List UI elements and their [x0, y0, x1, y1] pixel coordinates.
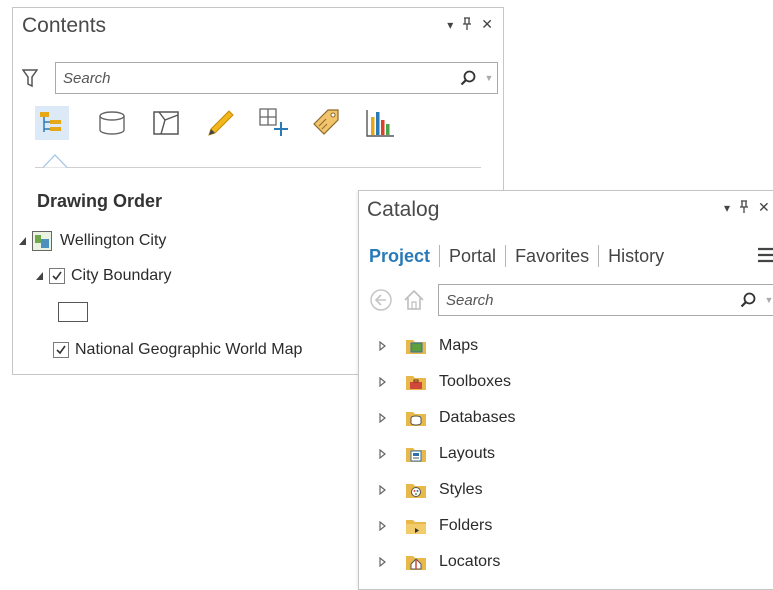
catalog-pane: Catalog ▾ ✕ Project Portal Favorites His… [358, 190, 773, 590]
layer-row-national-geographic[interactable]: National Geographic World Map [53, 341, 302, 359]
layer-label: City Boundary [71, 267, 172, 284]
active-view-pointer-icon [42, 154, 68, 173]
home-icon[interactable] [402, 288, 426, 317]
locators-folder-icon [405, 553, 427, 571]
search-options-dropdown-icon[interactable]: ▼ [761, 295, 773, 305]
layer-visibility-checkbox[interactable] [53, 342, 69, 358]
contents-window-controls: ▾ ✕ [447, 16, 493, 33]
catalog-item-styles[interactable]: Styles [379, 481, 483, 499]
catalog-item-label: Layouts [439, 445, 496, 462]
layer-label: Wellington City [60, 232, 167, 249]
toolbar-divider [35, 167, 481, 168]
drawing-order-heading: Drawing Order [37, 191, 163, 211]
tab-history[interactable]: History [608, 246, 664, 267]
catalog-item-label: Maps [439, 337, 479, 354]
catalog-menu-dropdown-icon[interactable]: ▾ [724, 201, 730, 215]
back-icon[interactable] [369, 288, 393, 317]
maps-folder-icon [405, 337, 427, 355]
tab-separator [598, 245, 600, 267]
expand-triangle-icon[interactable] [379, 449, 389, 459]
catalog-item-locators[interactable]: Locators [379, 553, 500, 571]
filter-icon[interactable] [21, 68, 40, 88]
styles-folder-icon [405, 481, 427, 499]
contents-menu-dropdown-icon[interactable]: ▾ [447, 18, 453, 32]
catalog-item-label: Folders [439, 517, 493, 534]
contents-search-input[interactable] [56, 64, 455, 92]
catalog-search-input[interactable] [439, 286, 735, 314]
contents-pin-icon[interactable] [462, 16, 472, 33]
catalog-title: Catalog [367, 198, 440, 221]
tab-favorites[interactable]: Favorites [515, 246, 589, 267]
list-by-selection-icon[interactable] [149, 106, 183, 140]
catalog-item-label: Databases [439, 409, 516, 426]
catalog-item-label: Styles [439, 481, 483, 498]
catalog-window-controls: ▾ ✕ [724, 199, 770, 216]
list-by-editing-icon[interactable] [203, 106, 237, 140]
collapse-triangle-icon[interactable] [18, 236, 27, 246]
search-icon[interactable] [735, 287, 761, 313]
catalog-item-layouts[interactable]: Layouts [379, 445, 495, 463]
catalog-close-icon[interactable]: ✕ [758, 199, 770, 216]
layer-row-wellington-city[interactable]: Wellington City [18, 231, 166, 251]
databases-folder-icon [405, 409, 427, 427]
contents-close-icon[interactable]: ✕ [481, 16, 493, 33]
list-by-drawing-order-icon[interactable] [35, 106, 69, 140]
layer-row-city-boundary[interactable]: City Boundary [35, 267, 172, 285]
list-by-snapping-icon[interactable] [257, 106, 291, 140]
tab-portal[interactable]: Portal [449, 246, 496, 267]
contents-search-box: ▼ [55, 62, 498, 94]
symbol-swatch[interactable] [58, 302, 88, 322]
folders-folder-icon [405, 517, 427, 535]
catalog-item-folders[interactable]: Folders [379, 517, 492, 535]
expand-triangle-icon[interactable] [379, 341, 389, 351]
tab-separator [439, 245, 441, 267]
expand-triangle-icon[interactable] [379, 521, 389, 531]
layouts-folder-icon [405, 445, 427, 463]
list-by-charts-icon[interactable] [363, 106, 397, 140]
tab-separator [505, 245, 507, 267]
hamburger-menu-icon[interactable] [758, 247, 773, 268]
expand-triangle-icon[interactable] [379, 557, 389, 567]
expand-triangle-icon[interactable] [379, 377, 389, 387]
tab-project[interactable]: Project [369, 246, 430, 267]
catalog-item-maps[interactable]: Maps [379, 337, 478, 355]
expand-triangle-icon[interactable] [379, 485, 389, 495]
contents-title: Contents [22, 14, 107, 37]
search-icon[interactable] [455, 65, 481, 91]
toolboxes-folder-icon [405, 373, 427, 391]
map-icon [32, 231, 52, 251]
catalog-item-databases[interactable]: Databases [379, 409, 516, 427]
catalog-item-label: Locators [439, 553, 501, 570]
list-by-labeling-icon[interactable] [310, 106, 344, 140]
catalog-search-box: ▼ [438, 284, 773, 316]
catalog-pin-icon[interactable] [739, 199, 749, 216]
list-by-source-icon[interactable] [95, 106, 129, 140]
search-options-dropdown-icon[interactable]: ▼ [481, 73, 497, 83]
catalog-item-label: Toolboxes [439, 373, 512, 390]
collapse-triangle-icon[interactable] [35, 271, 44, 281]
expand-triangle-icon[interactable] [379, 413, 389, 423]
layer-label: National Geographic World Map [75, 341, 303, 358]
catalog-tabs: Project Portal Favorites History [369, 245, 664, 267]
catalog-item-toolboxes[interactable]: Toolboxes [379, 373, 511, 391]
layer-visibility-checkbox[interactable] [49, 268, 65, 284]
